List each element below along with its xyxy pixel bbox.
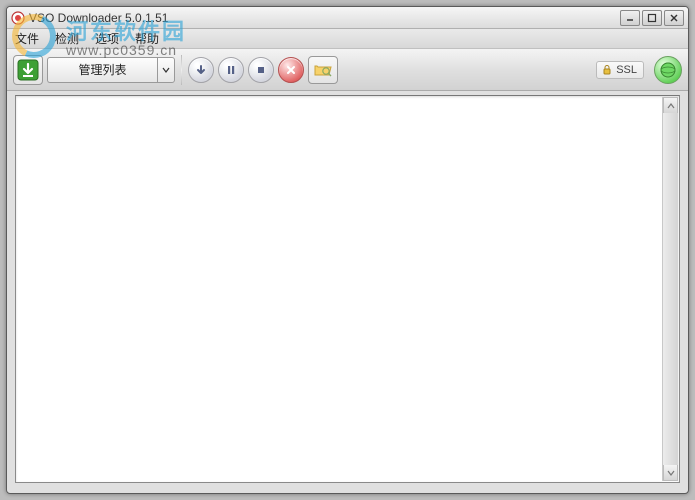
stop-button[interactable] [248,57,274,83]
chevron-up-icon [667,102,675,110]
menu-file[interactable]: 文件 [13,28,41,49]
window-controls [620,10,684,26]
window-title: VSO Downloader 5.0.1.51 [29,11,620,25]
menu-detect[interactable]: 检测 [53,28,81,49]
dropdown-arrow-icon[interactable] [157,57,175,83]
stop-icon [254,63,268,77]
network-status-button[interactable] [654,56,682,84]
down-arrow-icon [194,63,208,77]
menubar: 文件 检测 选项 帮助 [7,29,688,49]
open-folder-button[interactable] [308,56,338,84]
menu-help[interactable]: 帮助 [133,28,161,49]
pause-button[interactable] [218,57,244,83]
maximize-button[interactable] [642,10,662,26]
toolbar-left: 管理列表 [13,55,175,85]
toolbar-right: SSL [596,56,682,84]
toolbar-separator [181,55,182,85]
manage-list-dropdown[interactable]: 管理列表 [47,57,175,83]
close-icon [284,63,298,77]
titlebar: VSO Downloader 5.0.1.51 [7,7,688,29]
scroll-down-button[interactable] [663,465,678,481]
close-button[interactable] [664,10,684,26]
toolbar: 管理列表 [7,49,688,91]
minimize-button[interactable] [620,10,640,26]
app-window: VSO Downloader 5.0.1.51 文件 检测 选项 帮助 [6,6,689,494]
pause-icon [224,63,238,77]
globe-icon [659,61,677,79]
scroll-up-button[interactable] [663,97,678,113]
delete-button[interactable] [278,57,304,83]
vertical-scrollbar[interactable] [662,97,678,481]
app-icon [11,11,25,25]
ssl-toggle[interactable]: SSL [596,61,644,79]
chevron-down-icon [667,469,675,477]
download-list-area[interactable] [15,95,680,483]
toolbar-center [188,56,338,84]
download-button[interactable] [13,55,43,85]
ssl-label: SSL [616,64,637,76]
manage-list-label[interactable]: 管理列表 [47,57,157,83]
menu-options[interactable]: 选项 [93,28,121,49]
lock-icon [601,64,613,76]
scrollbar-track[interactable] [663,113,678,465]
start-button[interactable] [188,57,214,83]
folder-search-icon [313,61,333,79]
